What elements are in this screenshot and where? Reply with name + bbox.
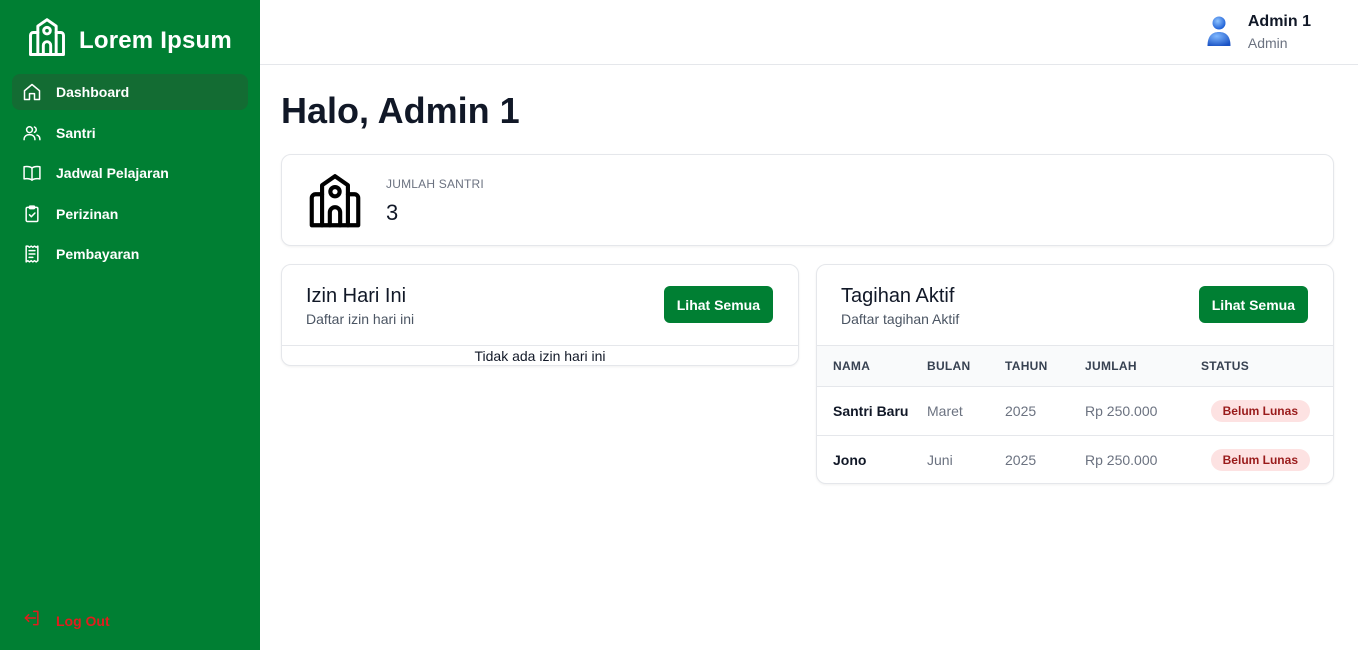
sidebar-item-jadwal-pelajaran[interactable]: Jadwal Pelajaran: [12, 155, 248, 191]
column-header-tahun: TAHUN: [1005, 359, 1048, 373]
izin-title: Izin Hari Ini: [306, 285, 407, 307]
table-header-row: NAMA BULAN TAHUN JUMLAH STATUS: [817, 345, 1333, 387]
stat-card-jumlah-santri: JUMLAH SANTRI 3: [281, 154, 1334, 246]
logout-button[interactable]: Log Out: [22, 608, 110, 633]
status-badge: Belum Lunas: [1210, 400, 1310, 422]
sidebar-item-perizinan[interactable]: Perizinan: [12, 196, 248, 232]
column-header-jumlah: JUMLAH: [1085, 359, 1137, 373]
sidebar-item-label: Perizinan: [56, 205, 119, 222]
sidebar-item-label: Pembayaran: [56, 246, 140, 262]
cell-status: Belum Lunas: [1193, 436, 1333, 484]
sidebar-nav: Dashboard Santri Jadwal Pelajaran Perizi…: [12, 74, 248, 277]
sidebar-item-pembayaran[interactable]: Pembayaran: [12, 236, 248, 272]
logout-label: Log Out: [56, 612, 110, 629]
cell-bulan: Juni: [927, 452, 953, 469]
table-row[interactable]: Jono Juni 2025 Rp 250.000 Belum Lunas: [817, 436, 1333, 484]
table-row[interactable]: Santri Baru Maret 2025 Rp 250.000 Belum …: [817, 387, 1333, 436]
user-info: Admin 1 Admin: [1248, 12, 1311, 54]
clipboard-check-icon: [22, 204, 42, 224]
izin-empty-message: Tidak ada izin hari ini: [474, 348, 606, 364]
brand-name: Lorem Ipsum: [79, 26, 232, 54]
sidebar-item-label: Dashboard: [56, 84, 130, 100]
cell-jumlah: Rp 250.000: [1085, 403, 1158, 419]
user-role: Admin: [1247, 35, 1288, 51]
cell-tahun: 2025: [1005, 452, 1037, 469]
status-badge: Belum Lunas: [1210, 449, 1310, 472]
divider: [282, 345, 798, 346]
tagihan-card: Tagihan Aktif Daftar tagihan Aktif Lihat…: [816, 264, 1334, 484]
izin-subtitle: Daftar izin hari ini: [306, 311, 415, 327]
sidebar-item-label: Santri: [56, 124, 96, 141]
column-header-status: STATUS: [1201, 359, 1250, 373]
sidebar-item-santri[interactable]: Santri: [12, 115, 248, 151]
tagihan-view-all-button[interactable]: Lihat Semua: [1198, 286, 1308, 323]
sidebar-item-dashboard[interactable]: Dashboard: [12, 74, 248, 110]
sidebar-item-label: Jadwal Pelajaran: [56, 165, 169, 181]
home-icon: [22, 82, 42, 102]
tagihan-table: NAMA BULAN TAHUN JUMLAH STATUS Santri Ba…: [817, 345, 1333, 484]
column-header-bulan: BULAN: [927, 359, 971, 373]
tagihan-subtitle: Daftar tagihan Aktif: [841, 311, 960, 327]
cell-nama: Jono: [833, 452, 867, 469]
user-avatar-icon: [1206, 15, 1232, 52]
page-title: Halo, Admin 1: [281, 90, 520, 131]
user-name: Admin 1: [1247, 13, 1311, 30]
receipt-icon: [22, 244, 42, 264]
school-icon: [304, 171, 366, 238]
cell-jumlah: Rp 250.000: [1085, 452, 1158, 469]
brand[interactable]: Lorem Ipsum: [25, 16, 232, 65]
school-icon: [25, 16, 69, 65]
izin-card: Izin Hari Ini Daftar izin hari ini Lihat…: [281, 264, 799, 366]
cell-status: Belum Lunas: [1193, 387, 1333, 436]
sidebar: Lorem Ipsum Dashboard Santri Jadwal Pela…: [0, 0, 260, 650]
user-menu[interactable]: Admin 1 Admin: [1206, 12, 1311, 54]
cell-nama: Santri Baru: [833, 403, 909, 419]
book-open-icon: [22, 163, 42, 183]
topbar: Admin 1 Admin: [260, 0, 1358, 65]
stat-value: 3: [386, 200, 399, 225]
tagihan-title: Tagihan Aktif: [841, 285, 955, 307]
cell-tahun: 2025: [1005, 403, 1037, 419]
cell-bulan: Maret: [927, 403, 963, 419]
stat-label: JUMLAH SANTRI: [386, 177, 484, 191]
logout-icon: [22, 608, 42, 633]
izin-view-all-button[interactable]: Lihat Semua: [663, 286, 773, 323]
users-icon: [22, 123, 42, 143]
column-header-nama: NAMA: [833, 359, 871, 373]
